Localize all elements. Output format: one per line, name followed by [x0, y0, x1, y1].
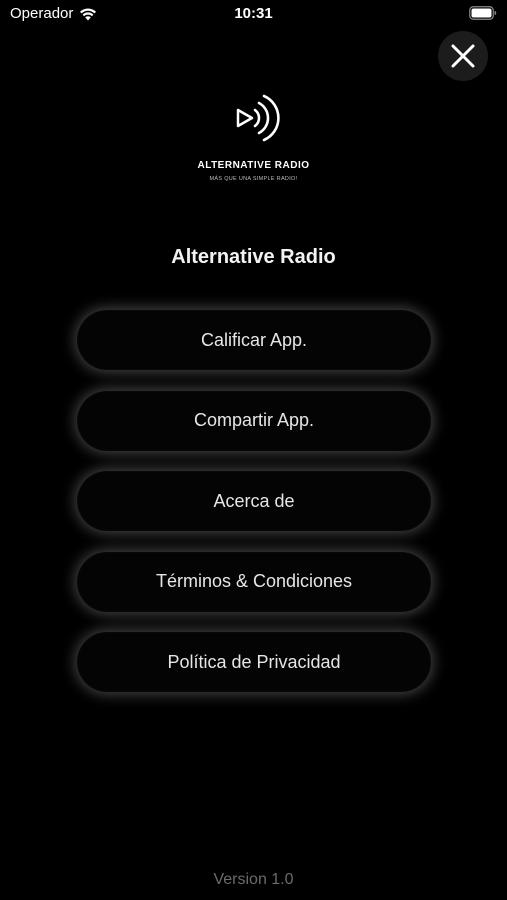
privacy-policy-button[interactable]: Política de Privacidad [77, 632, 431, 692]
version-label: Version 1.0 [213, 871, 294, 888]
about-button[interactable]: Acerca de [77, 471, 431, 531]
battery-icon [469, 6, 497, 20]
menu-list: Calificar App. Compartir App. Acerca de … [77, 310, 431, 713]
logo-tagline: MÁS QUE UNA SIMPLE RADIO! [209, 176, 298, 182]
privacy-policy-label: Política de Privacidad [167, 651, 341, 672]
rate-app-label: Calificar App. [200, 329, 308, 350]
rate-app-button[interactable]: Calificar App. [77, 310, 431, 370]
close-button[interactable] [438, 31, 488, 81]
close-icon [451, 44, 475, 68]
about-label: Acerca de [213, 490, 295, 511]
play-radio-waves-icon [236, 94, 280, 142]
status-time: 10:31 [234, 5, 273, 22]
terms-button[interactable]: Términos & Condiciones [77, 551, 431, 612]
share-app-label: Compartir App. [193, 410, 315, 430]
share-app-button[interactable]: Compartir App. [77, 390, 431, 451]
app-title: Alternative Radio [171, 246, 336, 268]
app-logo: ALTERNATIVE RADIO MÁS QUE UNA SIMPLE RAD… [0, 88, 507, 198]
terms-label: Términos & Condiciones [155, 571, 353, 591]
logo-name: ALTERNATIVE RADIO [197, 160, 310, 171]
status-bar: Operador 10:31 [0, 0, 507, 30]
